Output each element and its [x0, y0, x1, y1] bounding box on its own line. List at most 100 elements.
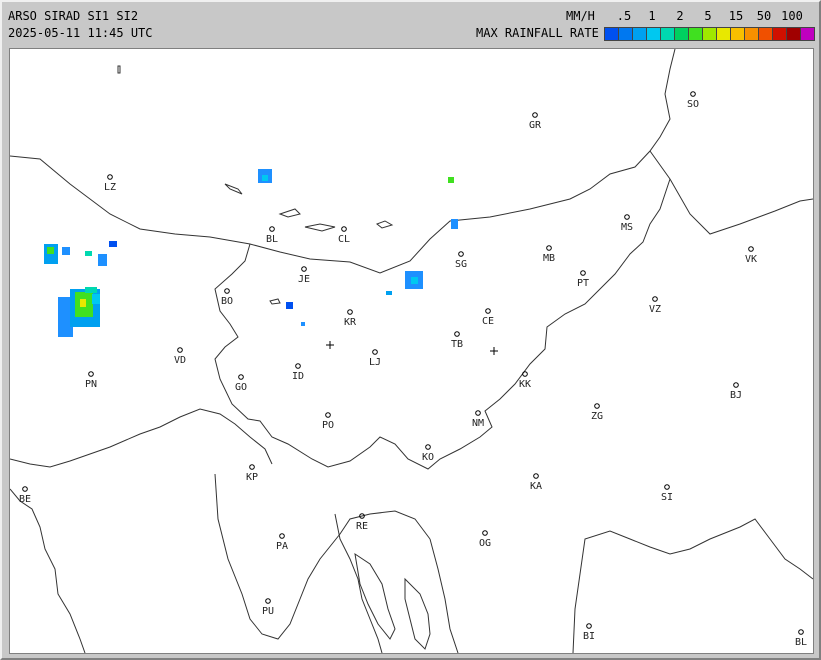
- color-swatch: [786, 27, 801, 41]
- city-ko: KO: [422, 444, 434, 463]
- city-label: PA: [276, 541, 288, 552]
- city-label: VZ: [649, 304, 661, 315]
- city-label: OG: [479, 538, 491, 549]
- echo: [386, 291, 392, 295]
- lake-5: [269, 298, 281, 305]
- color-swatch: [716, 27, 731, 41]
- city-label: BJ: [730, 390, 742, 401]
- city-label: LZ: [104, 182, 116, 193]
- coastline-velebit: [429, 538, 459, 653]
- city-marker: [238, 374, 244, 380]
- city-marker: [458, 251, 464, 257]
- city-vk: VK: [745, 246, 757, 265]
- city-marker: [652, 296, 658, 302]
- city-kk: KK: [519, 371, 531, 390]
- city-label: MB: [543, 253, 555, 264]
- radar-site-marker: [326, 341, 334, 349]
- color-swatch: [702, 27, 717, 41]
- city-label: BL: [266, 234, 278, 245]
- island-cres: [404, 577, 431, 650]
- city-marker: [295, 363, 301, 369]
- city-markers: SO GR LZ BL CL MS MB VK JE SG PT BO KR CE VZ TB VD LJ PN GO…: [19, 91, 807, 648]
- city-marker: [475, 410, 481, 416]
- city-label: MS: [621, 222, 633, 233]
- lake-2: [278, 208, 301, 218]
- city-label: RE: [356, 521, 368, 532]
- city-marker: [532, 112, 538, 118]
- legend-tick: 50: [756, 9, 772, 23]
- city-marker: [301, 266, 307, 272]
- city-label: SG: [455, 259, 467, 270]
- city-marker: [249, 464, 255, 470]
- city-bj: BJ: [730, 382, 742, 401]
- city-marker: [454, 331, 460, 337]
- city-label: BL: [795, 637, 807, 648]
- color-swatch: [772, 27, 787, 41]
- city-marker: [269, 226, 275, 232]
- city-marker: [177, 347, 183, 353]
- city-marker: [482, 530, 488, 536]
- color-swatch: [688, 27, 703, 41]
- city-label: CL: [338, 234, 350, 245]
- echo: [80, 299, 86, 307]
- echo: [301, 322, 305, 326]
- city-label: KO: [422, 452, 434, 463]
- city-label: BO: [221, 296, 233, 307]
- border-slovenia: [214, 178, 671, 470]
- city-label: GR: [529, 120, 542, 131]
- city-pu: PU: [262, 598, 274, 617]
- radar-map[interactable]: SO GR LZ BL CL MS MB VK JE SG PT BO KR CE VZ TB VD LJ PN GO…: [9, 48, 814, 654]
- city-marker: [664, 484, 670, 490]
- city-marker: [325, 412, 331, 418]
- city-marker: [580, 270, 586, 276]
- echo: [262, 175, 268, 181]
- city-og: OG: [479, 530, 491, 549]
- timestamp: 2025-05-11 11:45 UTC: [8, 26, 153, 40]
- color-swatch: [758, 27, 773, 41]
- border-croatia-south: [572, 518, 813, 653]
- city-label: KK: [519, 379, 531, 390]
- color-swatch: [660, 27, 675, 41]
- city-label: KR: [344, 317, 357, 328]
- city-label: SO: [687, 99, 699, 110]
- legend-tick: 2: [676, 9, 684, 23]
- city-marker: [341, 226, 347, 232]
- city-marker: [485, 308, 491, 314]
- city-label: BI: [583, 631, 595, 642]
- city-marker: [594, 403, 600, 409]
- echo: [286, 302, 293, 309]
- city-marker: [372, 349, 378, 355]
- city-label: PN: [85, 379, 97, 390]
- city-kp: KP: [246, 464, 258, 483]
- city-vd: VD: [174, 347, 186, 366]
- city-label: PU: [262, 606, 274, 617]
- city-gr: GR: [529, 112, 542, 131]
- city-kr: KR: [344, 309, 357, 328]
- city-marker: [347, 309, 353, 315]
- city-label: PT: [577, 278, 589, 289]
- color-swatch: [730, 27, 745, 41]
- city-label: BE: [19, 494, 31, 505]
- city-pa: PA: [276, 533, 288, 552]
- city-label: CE: [482, 316, 494, 327]
- coastline-west: [10, 488, 86, 653]
- city-pn: PN: [85, 371, 97, 390]
- legend-tick: 15: [728, 9, 744, 23]
- city-label: TB: [451, 339, 463, 350]
- city-marker: [586, 623, 592, 629]
- map-canvas: SO GR LZ BL CL MS MB VK JE SG PT BO KR CE VZ TB VD LJ PN GO…: [10, 49, 813, 653]
- city-label: JE: [298, 274, 310, 285]
- echo: [47, 247, 54, 254]
- coastline-italy: [10, 408, 273, 468]
- city-label: GO: [235, 382, 247, 393]
- color-swatch: [744, 27, 759, 41]
- city-marker: [224, 288, 230, 294]
- echo: [98, 254, 107, 266]
- city-sg: SG: [455, 251, 467, 270]
- city-pt: PT: [577, 270, 589, 289]
- color-swatch: [618, 27, 633, 41]
- echo: [92, 294, 100, 304]
- city-label: VK: [745, 254, 757, 265]
- city-ka: KA: [530, 473, 542, 492]
- radar-site-marker: [490, 347, 498, 355]
